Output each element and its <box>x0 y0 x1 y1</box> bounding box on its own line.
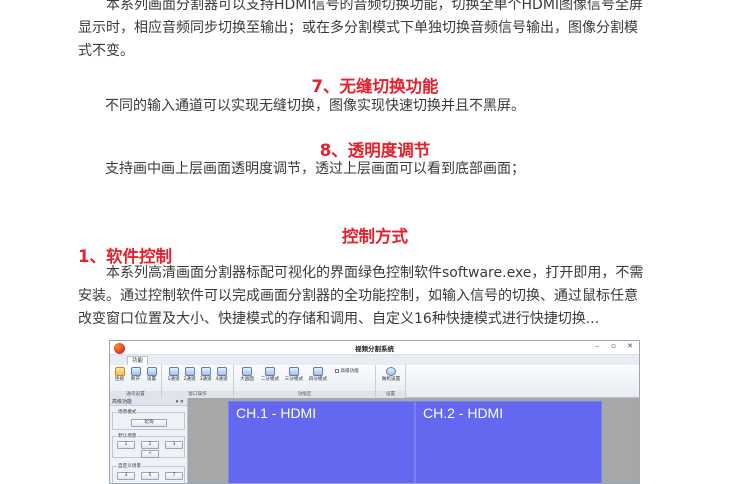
ribbon-group-settings: 做机设置 设置 <box>376 365 406 398</box>
settings-icon <box>146 367 157 376</box>
custom-scene-group: 自定义场景 3 5 7 <box>112 463 185 483</box>
window-icon <box>216 367 227 376</box>
scene-prev-button[interactable]: < <box>141 450 159 458</box>
group-caption: 窗口操作 <box>162 391 233 398</box>
control-line-1: 本系列高清画面分割器标配可视化的界面绿色控制软件software.exe，打开即… <box>106 265 644 281</box>
channel-label: CH.1 - HDMI <box>236 405 317 421</box>
advanced-function-button[interactable]: 高级功能 <box>335 368 359 374</box>
connect-icon <box>114 367 125 376</box>
ribbon-tab-row: 功能 <box>110 355 639 365</box>
section8-body: 支持画中画上层画面透明度调节，透过上层画面可以看到底部画面； <box>105 161 525 177</box>
tab-function[interactable]: 功能 <box>127 356 149 365</box>
channel-window-1[interactable]: CH.1 - HDMI <box>228 401 415 483</box>
channel-4-button[interactable]: 4通道 <box>214 367 229 383</box>
two-split-button[interactable]: 二分模式 <box>259 367 281 383</box>
control-paragraph: 本系列高清画面分割器标配可视化的界面绿色控制软件software.exe，打开即… <box>78 262 674 331</box>
three-split-button[interactable]: 三分模式 <box>283 367 305 383</box>
window-icon <box>168 367 179 376</box>
ribbon-group-communication: 连接 断开 设置 通讯设置 <box>110 365 162 398</box>
layout-icon <box>242 367 252 376</box>
custom-scene-button[interactable]: 7 <box>165 472 183 480</box>
scene-button[interactable]: 3 <box>165 441 183 449</box>
intro-line-1: 本系列画面分割器可以支持HDMI信号的音频切换功能，切换全单个HDMI图像信号全… <box>106 0 644 13</box>
panel-title: 高级功能 <box>112 399 133 405</box>
settings-button[interactable]: 设置 <box>144 367 159 383</box>
control-line-3: 改变窗口位置及大小、快捷模式的存储和调用、自定义16种快捷模式进行快捷切换... <box>78 311 600 327</box>
intro-line-3: 式不变。 <box>78 43 134 59</box>
group-caption: 设置 <box>376 391 405 398</box>
canvas-area[interactable]: CH.1 - HDMI CH.2 - HDMI <box>188 398 639 483</box>
section7-heading: 7、无缝切换功能 <box>311 77 439 96</box>
ribbon: 连接 断开 设置 通讯设置 1通道 2通道 3通道 4通道 窗口操作 大画面 二… <box>110 365 639 398</box>
channel-1-button[interactable]: 1通道 <box>166 367 181 383</box>
default-scene-label: 默认场景 <box>117 433 138 439</box>
ribbon-group-function: 大画面 二分模式 三分模式 四分模式 高级功能 功能区 <box>234 365 376 398</box>
custom-scene-button[interactable]: 3 <box>117 472 135 480</box>
layout-icon <box>289 367 299 376</box>
poll-button[interactable]: 轮询 <box>131 419 167 427</box>
layout-icon <box>313 367 323 376</box>
scene-button[interactable]: 2 <box>141 441 159 449</box>
channel-window-2[interactable]: CH.2 - HDMI <box>415 401 602 483</box>
connect-button[interactable]: 连接 <box>112 367 127 383</box>
title-bar: 视频分割系统 – ▫ ✕ <box>110 341 639 355</box>
software-window: 视频分割系统 – ▫ ✕ 功能 连接 断开 设置 通讯设置 1通道 2通道 3通… <box>109 340 640 484</box>
control-line-2: 安装。通过控制软件可以完成画面分割器的全功能控制，如输入信号的切换、通过鼠标任意 <box>78 288 638 304</box>
channel-2-button[interactable]: 2通道 <box>182 367 197 383</box>
checkbox-icon <box>335 368 339 373</box>
layout-icon <box>265 367 275 376</box>
device-settings-button[interactable]: 做机设置 <box>381 367 401 383</box>
channel-3-button[interactable]: 3通道 <box>198 367 213 383</box>
group-caption: 功能区 <box>234 391 375 398</box>
section7-body: 不同的输入通道可以实现无缝切换，图像实现快速切换并且不黑屏。 <box>105 98 525 114</box>
channel-label: CH.2 - HDMI <box>423 405 504 421</box>
minimize-button[interactable]: – <box>596 342 600 350</box>
scene-button[interactable]: 1 <box>117 441 135 449</box>
disconnect-icon <box>130 367 141 376</box>
intro-line-2: 显示时，相应音频同步切换至输出；或在多分割模式下单独切换音频信号输出，图像分割模 <box>78 20 638 36</box>
big-screen-button[interactable]: 大画面 <box>237 367 257 383</box>
default-scene-group: 默认场景 1 2 3 < <box>112 433 185 458</box>
window-title: 视频分割系统 <box>355 345 394 353</box>
panel-pin-icon[interactable]: ▾ ✕ <box>176 398 184 406</box>
maximize-button[interactable]: ▫ <box>611 342 616 350</box>
disconnect-button[interactable]: 断开 <box>128 367 143 383</box>
ribbon-group-window: 1通道 2通道 3通道 4通道 窗口操作 <box>162 365 234 398</box>
four-split-button[interactable]: 四分模式 <box>307 367 329 383</box>
group-caption: 通讯设置 <box>110 391 161 398</box>
window-icon <box>200 367 211 376</box>
panel-header: 高级功能 ▾ ✕ <box>110 398 187 406</box>
scene-mode-label: 场景模式 <box>117 409 138 415</box>
advanced-function-panel: 高级功能 ▾ ✕ 场景模式 轮询 默认场景 1 2 3 < 自定义场景 3 5 … <box>110 398 188 483</box>
intro-paragraph: 本系列画面分割器可以支持HDMI信号的音频切换功能，切换全单个HDMI图像信号全… <box>78 0 674 63</box>
people-icon <box>386 367 396 376</box>
custom-scene-button[interactable]: 5 <box>141 472 159 480</box>
window-icon <box>184 367 195 376</box>
close-button[interactable]: ✕ <box>627 342 633 350</box>
scene-mode-group: 场景模式 轮询 <box>112 409 185 430</box>
custom-scene-label: 自定义场景 <box>117 463 142 469</box>
